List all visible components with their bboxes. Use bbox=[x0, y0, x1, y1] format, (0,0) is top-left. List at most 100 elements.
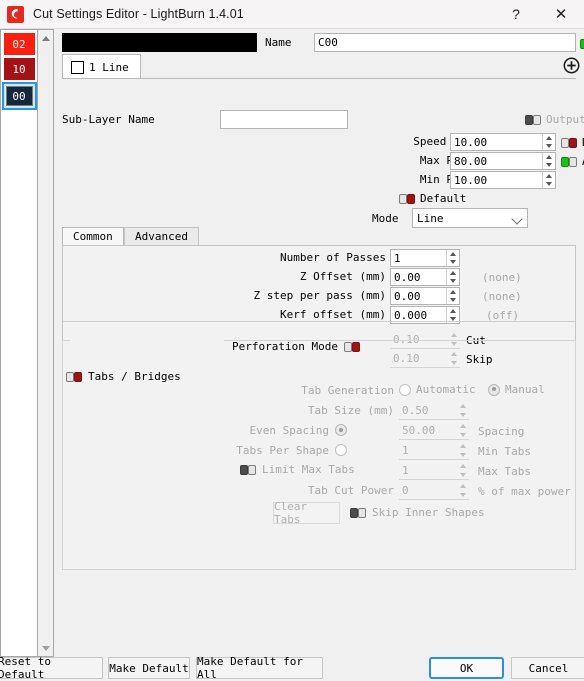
max-tabs-input[interactable]: 1 bbox=[399, 462, 469, 480]
z-offset-value: 0.00 bbox=[394, 270, 421, 284]
settings-panel: Name Output 1 Line Sub-Layer Name bbox=[54, 29, 584, 657]
power-default-toggle-row[interactable]: Default bbox=[399, 192, 466, 205]
layer-label: 00 bbox=[5, 86, 33, 106]
max-tabs-stepper[interactable] bbox=[456, 462, 469, 479]
mode-value: Line bbox=[417, 211, 444, 225]
layer-actions bbox=[562, 56, 584, 75]
ok-button[interactable]: OK bbox=[429, 657, 504, 679]
tab-generation-manual-option[interactable]: Manual bbox=[488, 383, 545, 396]
name-input[interactable] bbox=[314, 33, 576, 52]
title-bar: Cut Settings Editor - LightBurn 1.4.01 ?… bbox=[0, 0, 584, 29]
air-assist-toggle[interactable] bbox=[561, 156, 577, 167]
output-toggle-row[interactable]: Output bbox=[580, 37, 584, 50]
line-checkbox[interactable] bbox=[71, 60, 84, 74]
automatic-radio[interactable] bbox=[399, 383, 411, 396]
skip-inner-shapes-control[interactable]: Skip Inner Shapes bbox=[350, 506, 485, 519]
reset-to-default-button[interactable]: Reset to Default bbox=[0, 655, 103, 681]
cut-settings-editor-window: Cut Settings Editor - LightBurn 1.4.01 ?… bbox=[0, 0, 584, 681]
tab-cut-power-label: Tab Cut Power bbox=[307, 484, 394, 497]
number-of-passes-stepper[interactable] bbox=[446, 250, 459, 266]
z-offset-input[interactable]: 0.00 bbox=[390, 268, 460, 286]
limit-max-tabs-control[interactable]: Limit Max Tabs bbox=[240, 463, 355, 476]
output-sublayer-toggle[interactable] bbox=[525, 114, 541, 125]
lightburn-logo-icon bbox=[7, 5, 24, 23]
min-power-stepper[interactable] bbox=[542, 172, 555, 188]
even-spacing-label: Even Spacing bbox=[249, 424, 329, 437]
z-step-per-pass-input[interactable]: 0.00 bbox=[390, 287, 460, 305]
tabs-per-shape-radio[interactable] bbox=[335, 444, 347, 456]
tab-advanced[interactable]: Advanced bbox=[124, 227, 199, 246]
output-toggle[interactable] bbox=[580, 38, 584, 49]
z-offset-label: Z Offset (mm) bbox=[299, 270, 386, 283]
even-spacing-value: 50.00 bbox=[402, 424, 436, 437]
max-tabs-label: Max Tabs bbox=[478, 465, 531, 478]
tabs-bridges-header[interactable]: Tabs / Bridges bbox=[66, 370, 181, 383]
tabs-bridges-toggle[interactable] bbox=[66, 371, 82, 382]
number-of-passes-input[interactable]: 1 bbox=[390, 249, 460, 267]
make-default-for-all-button[interactable]: Make Default for All bbox=[196, 655, 323, 681]
z-offset-stepper[interactable] bbox=[446, 269, 459, 285]
help-button[interactable]: ? bbox=[494, 0, 538, 28]
even-spacing-input[interactable]: 50.00 bbox=[399, 422, 469, 440]
even-spacing-radio[interactable] bbox=[335, 424, 347, 436]
manual-radio[interactable] bbox=[488, 383, 500, 396]
automatic-label: Automatic bbox=[416, 383, 476, 396]
triangle-down-icon[interactable] bbox=[38, 640, 53, 656]
layer-swatch-10[interactable]: 10 bbox=[3, 58, 35, 80]
speed-default-toggle[interactable] bbox=[561, 137, 577, 148]
make-default-button[interactable]: Make Default bbox=[108, 657, 190, 679]
cancel-button[interactable]: Cancel bbox=[511, 657, 584, 679]
chevron-down-icon bbox=[511, 213, 523, 225]
tab-size-value: 0.50 bbox=[402, 404, 429, 417]
output-sublayer-toggle-row[interactable]: Output Sub-Layer bbox=[525, 113, 584, 126]
tab-size-label: Tab Size (mm) bbox=[307, 404, 394, 417]
settings-tabbar: Common Advanced bbox=[62, 227, 576, 246]
name-label: Name bbox=[265, 36, 292, 49]
max-power-input[interactable]: 80.00 bbox=[450, 152, 556, 170]
layer-swatch-00-selected[interactable]: 00 bbox=[1, 82, 37, 110]
sublayer-name-input[interactable] bbox=[220, 110, 348, 129]
tab-size-input[interactable]: 0.50 bbox=[399, 402, 469, 420]
limit-max-tabs-toggle[interactable] bbox=[240, 464, 256, 475]
layer-swatch-02[interactable]: 02 bbox=[3, 33, 35, 55]
number-of-passes-label: Number of Passes bbox=[280, 251, 386, 264]
speed-stepper[interactable] bbox=[542, 134, 555, 150]
tab-size-stepper[interactable] bbox=[456, 402, 469, 419]
tabs-bridges-title: Tabs / Bridges bbox=[88, 370, 181, 383]
sublayer-name-label: Sub-Layer Name bbox=[62, 113, 155, 126]
layer-list[interactable]: 02 10 00 bbox=[0, 29, 37, 657]
mode-label: Mode bbox=[372, 212, 399, 225]
close-button[interactable]: ✕ bbox=[538, 0, 584, 28]
number-of-passes-value: 1 bbox=[394, 251, 401, 265]
spacing-label: Spacing bbox=[478, 425, 525, 438]
kerf-offset-label: Kerf offset (mm) bbox=[280, 308, 386, 321]
tabs-per-shape-input[interactable]: 1 bbox=[399, 442, 469, 460]
max-tabs-value: 1 bbox=[402, 464, 409, 477]
skip-inner-shapes-toggle[interactable] bbox=[350, 507, 366, 518]
min-power-input[interactable]: 10.00 bbox=[450, 171, 556, 189]
triangle-up-icon[interactable] bbox=[38, 30, 53, 46]
footer-bar: Reset to Default Make Default Make Defau… bbox=[0, 655, 584, 681]
speed-default-toggle-row[interactable]: Default bbox=[561, 136, 584, 149]
min-tabs-label: Min Tabs bbox=[478, 445, 531, 458]
line-tab-label: 1 Line bbox=[89, 60, 129, 74]
layer-scrollbar[interactable] bbox=[37, 29, 54, 657]
power-default-toggle[interactable] bbox=[399, 193, 415, 204]
min-power-value: 10.00 bbox=[454, 173, 488, 187]
clear-tabs-button[interactable]: Clear Tabs bbox=[273, 500, 340, 526]
tab-cut-power-stepper[interactable] bbox=[456, 482, 469, 499]
air-assist-toggle-row[interactable]: Air Assist bbox=[561, 155, 584, 168]
even-spacing-stepper[interactable] bbox=[456, 422, 469, 439]
tabs-per-shape-stepper[interactable] bbox=[456, 442, 469, 459]
z-step-per-pass-stepper[interactable] bbox=[446, 288, 459, 304]
speed-input[interactable]: 10.00 bbox=[450, 133, 556, 151]
tab-common[interactable]: Common bbox=[62, 227, 124, 246]
tab-cut-power-input[interactable]: 0 bbox=[399, 482, 469, 500]
tab-cut-power-value: 0 bbox=[402, 484, 409, 497]
tab-generation-automatic-option[interactable]: Automatic bbox=[399, 383, 476, 396]
plus-circle-icon[interactable] bbox=[562, 56, 581, 75]
layer-color-bar[interactable] bbox=[62, 33, 257, 52]
max-power-stepper[interactable] bbox=[542, 153, 555, 169]
mode-select[interactable]: Line bbox=[412, 208, 528, 228]
line-tab[interactable]: 1 Line bbox=[62, 54, 141, 79]
